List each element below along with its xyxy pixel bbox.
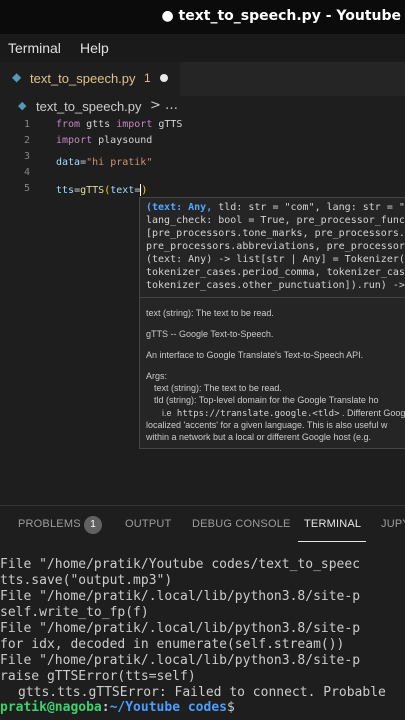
signature-line: tokenizer_cases.other_punctuation]).run)… (146, 280, 405, 291)
python-file-icon: ◆ (18, 99, 27, 112)
close-paren: ) (141, 185, 148, 196)
variable: tts (56, 185, 75, 196)
python-file-icon: ◆ (12, 70, 22, 84)
prompt-colon: : (101, 700, 110, 715)
signature-line: [pre_processors.tone_marks, pre_processo… (146, 228, 405, 239)
terminal-line: File "/home/pratik/.local/lib/python3.8/… (0, 589, 361, 604)
code-line-6[interactable]: tts=gTTS(text=) (56, 184, 147, 196)
terminal-line: File "/home/pratik/.local/lib/python3.8/… (0, 621, 361, 636)
signature-help-popup[interactable]: (text: Any, tld: str = "com", lang: str … (139, 197, 405, 449)
signature-line: pre_processors.abbreviations, pre_proces… (146, 241, 405, 252)
terminal-line: raise gTTSError(tts=self) (0, 669, 196, 684)
tab-problems[interactable]: PROBLEMS (18, 518, 81, 530)
breadcrumb-separator[interactable]: > … (150, 98, 178, 113)
menu-help[interactable]: Help (80, 40, 109, 56)
active-tab-indicator (298, 541, 366, 542)
tab-output[interactable]: OUTPUT (125, 518, 171, 530)
menu-bar: Terminal Help (0, 34, 405, 62)
tab-file-name: text_to_speech.py (30, 71, 136, 86)
editor-tab[interactable]: ◆ text_to_speech.py 1 (0, 62, 180, 96)
code-line-2[interactable]: import playsound (56, 135, 152, 146)
signature-line: (text: Any) -> list[str | Any] = Tokeniz… (146, 254, 405, 265)
unsaved-dot-icon[interactable] (160, 74, 168, 82)
code-line-1[interactable]: from gtts import gTTS (56, 119, 182, 130)
terminal-line: tts.save("output.mp3") (0, 573, 173, 588)
doc-arg-detail: localized 'accents' for a given language… (146, 420, 388, 430)
terminal-prompt[interactable]: pratik@nagoba:~/Youtube codes$ (0, 700, 235, 715)
argument-name: text (110, 185, 135, 196)
module-name: gtts (80, 119, 117, 130)
terminal-line: File "/home/pratik/.local/lib/python3.8/… (0, 653, 361, 668)
menu-terminal[interactable]: Terminal (8, 40, 61, 56)
line-number: 1 (23, 119, 30, 130)
import-name: playsound (92, 135, 153, 146)
tab-terminal[interactable]: TERMINAL (304, 518, 361, 530)
signature-line: (text: Any, tld: str = "com", lang: str … (146, 202, 405, 213)
keyword: import (56, 135, 93, 146)
signature-line: tokenizer_cases.period_comma, tokenizer_… (146, 267, 405, 278)
doc-text: An interface to Google Translate's Text-… (146, 350, 364, 360)
import-name: gTTS (152, 119, 183, 130)
string-literal: "hi pratik" (86, 157, 153, 168)
doc-arg-detail: within a network but a local or differen… (146, 432, 371, 442)
window-title: ● text_to_speech.py - Youtube (161, 8, 401, 24)
prompt-user: pratik@nagoba (0, 700, 102, 715)
doc-text: text (string): The text to be read. (146, 308, 274, 318)
doc-args-label: Args: (146, 371, 168, 381)
prompt-path: ~/Youtube codes (109, 700, 227, 715)
tab-debug-console[interactable]: DEBUG CONSOLE (192, 518, 291, 530)
doc-arg: tld (string): Top-level domain for the G… (154, 395, 379, 405)
tab-problem-count: 1 (144, 71, 151, 85)
doc-arg: text (string): The text to be read. (154, 383, 282, 393)
terminal-line: self.write_to_fp(f) (0, 605, 149, 620)
variable: data (56, 157, 81, 168)
title-bar: ● text_to_speech.py - Youtube (0, 0, 405, 34)
line-number: 2 (23, 135, 30, 146)
doc-text: gTTS -- Google Text-to-Speech. (146, 329, 274, 339)
line-number: 3 (23, 151, 30, 162)
signature-line: lang_check: bool = True, pre_processor_f… (146, 215, 405, 226)
breadcrumb-file[interactable]: text_to_speech.py (36, 99, 142, 114)
tab-jupyter[interactable]: JUPY (381, 518, 405, 530)
doc-arg-detail: i.e https://translate.google.<tld> . Dif… (162, 408, 405, 419)
function-name: gTTS (80, 185, 105, 196)
keyword: import (116, 119, 153, 130)
terminal-line: File "/home/pratik/Youtube codes/text_to… (0, 557, 361, 572)
breadcrumb: ◆ text_to_speech.py > … (0, 96, 405, 118)
prompt-dollar: $ (226, 700, 235, 715)
code-line-4[interactable]: data="hi pratik" (56, 157, 152, 168)
keyword: from (56, 119, 81, 130)
terminal-line: for idx, decoded in enumerate(self.strea… (0, 637, 345, 652)
panel-tab-bar: PROBLEMS 1 OUTPUT DEBUG CONSOLE TERMINAL… (0, 505, 405, 544)
line-number: 5 (23, 183, 30, 194)
editor-tab-bar: ◆ text_to_speech.py 1 (0, 62, 405, 96)
problems-count-badge: 1 (84, 516, 102, 534)
terminal-error-line: gtts.tts.gTTSError: Failed to connect. P… (18, 685, 386, 700)
popup-divider (140, 297, 405, 298)
line-number: 4 (23, 167, 30, 178)
